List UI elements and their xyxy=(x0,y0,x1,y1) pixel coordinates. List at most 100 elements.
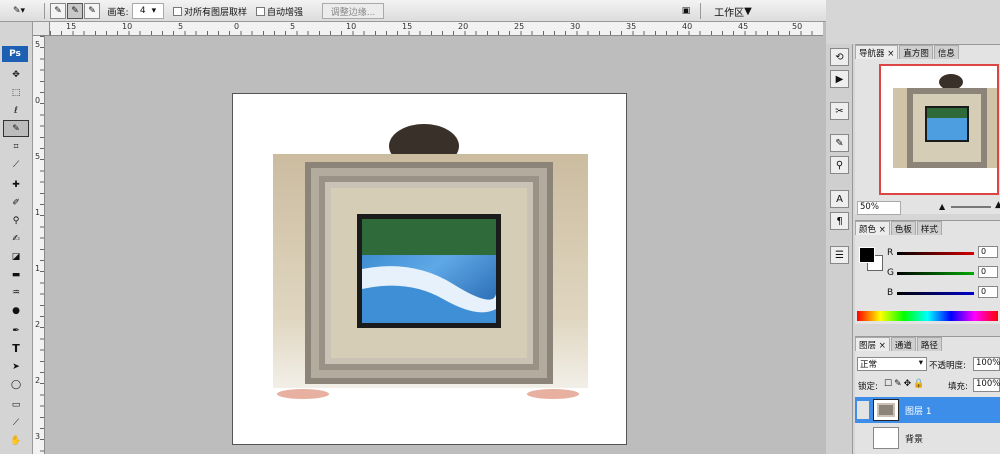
notes-tool[interactable]: ▭ xyxy=(3,396,29,413)
workspace-menu[interactable]: 工作区 ▼ xyxy=(708,3,758,19)
history-brush-tool[interactable]: ✍ xyxy=(3,230,29,247)
tab-histogram[interactable]: 直方图 xyxy=(899,45,933,59)
fill-field[interactable]: 100% xyxy=(973,378,1000,392)
paragraph-panel-button[interactable]: ¶ xyxy=(830,212,849,230)
lasso-tool[interactable]: ℓ xyxy=(3,102,29,119)
brushes-panel-button[interactable]: ✎ xyxy=(830,134,849,152)
move-tool[interactable]: ✥ xyxy=(3,66,29,83)
chevron-down-icon: ▾ xyxy=(918,358,923,368)
zoom-field[interactable]: 50% xyxy=(857,201,901,215)
sample-all-layers-checkbox[interactable]: 对所有图层取样 xyxy=(173,3,247,19)
layer-thumbnail xyxy=(873,399,899,421)
color-panel: 颜色 × 色板 样式 R 0 G 0 B 0 xyxy=(855,220,1000,324)
zoom-slider[interactable] xyxy=(951,206,991,208)
chevron-down-icon: ▼ xyxy=(744,5,752,17)
brush-tool[interactable]: ✐ xyxy=(3,194,29,211)
ruler-tick-label: 25 xyxy=(514,22,525,31)
blur-icon: ♒ xyxy=(11,287,21,298)
blend-mode-select[interactable]: 正常 ▾ xyxy=(857,357,927,371)
tool-presets-button[interactable]: ✂ xyxy=(830,102,849,120)
blur-tool[interactable]: ♒ xyxy=(3,284,29,301)
tab-layers[interactable]: 图层 × xyxy=(855,337,890,351)
bridge-button[interactable]: ▣ xyxy=(676,3,696,19)
lock-icons[interactable]: ☐✎✥🔒 xyxy=(884,379,926,389)
opacity-field[interactable]: 100% xyxy=(973,357,1000,371)
panel-dock: ⟲ ▶ ✂ ✎ ⚲ A ¶ ☰ xyxy=(826,44,853,454)
path-select-tool[interactable]: ➤ xyxy=(3,358,29,375)
visibility-eye-icon[interactable] xyxy=(857,401,869,419)
type-icon: T xyxy=(12,342,20,355)
stamp-tool[interactable]: ⚲ xyxy=(3,212,29,229)
tools-icon: ✂ xyxy=(835,105,844,117)
layer-row[interactable]: 背景 xyxy=(855,425,1000,451)
paragraph-icon: ¶ xyxy=(836,215,843,227)
slice-tool[interactable]: ⟋ xyxy=(3,156,29,173)
subtract-selection-button[interactable]: ✎ xyxy=(84,3,100,19)
refine-edge-button[interactable]: 调整边缘... xyxy=(322,3,384,19)
dodge-icon: ● xyxy=(12,305,20,316)
character-panel-button[interactable]: A xyxy=(830,190,849,208)
green-slider[interactable] xyxy=(897,272,974,275)
marquee-tool[interactable]: ⬚ xyxy=(3,84,29,101)
auto-enhance-checkbox[interactable]: 自动增强 xyxy=(256,3,303,19)
blue-value[interactable]: 0 xyxy=(978,286,998,298)
type-tool[interactable]: T xyxy=(3,340,29,357)
red-slider[interactable] xyxy=(897,252,974,255)
pen-tool[interactable]: ✒ xyxy=(3,322,29,339)
color-ramp[interactable] xyxy=(857,311,998,321)
stamp-icon: ⚲ xyxy=(835,159,844,171)
clone-source-button[interactable]: ⚲ xyxy=(830,156,849,174)
tab-info[interactable]: 信息 xyxy=(933,45,959,59)
quick-select-icon: ✎ xyxy=(12,123,20,134)
horizontal-ruler: 15 10 5 0 5 10 15 20 25 30 35 40 45 50 xyxy=(50,22,823,36)
foreground-color-swatch[interactable] xyxy=(859,247,875,263)
ruler-tick-label: 5 xyxy=(290,22,296,31)
layer-row-selected[interactable]: 图层 1 xyxy=(855,397,1000,423)
layer-name: 图层 1 xyxy=(905,407,932,417)
tab-color[interactable]: 颜色 × xyxy=(855,221,890,235)
brush-mode-icon: ✎ xyxy=(54,6,62,16)
quick-select-tool[interactable]: ✎ xyxy=(3,120,29,137)
zoom-out-icon[interactable]: ▲ xyxy=(939,202,945,211)
green-value[interactable]: 0 xyxy=(978,266,998,278)
blue-slider[interactable] xyxy=(897,292,974,295)
ruler-tick-label: 10 xyxy=(346,22,357,31)
dodge-tool[interactable]: ● xyxy=(3,302,29,319)
ruler-tick-label: 5 xyxy=(178,22,184,31)
gradient-tool[interactable]: ▬ xyxy=(3,266,29,283)
eraser-tool[interactable]: ◪ xyxy=(3,248,29,265)
sample-all-label: 对所有图层取样 xyxy=(184,7,248,18)
red-value[interactable]: 0 xyxy=(978,246,998,258)
new-selection-button[interactable]: ✎ xyxy=(50,3,66,19)
document-canvas[interactable] xyxy=(232,93,627,445)
healing-icon: ✚ xyxy=(12,179,20,190)
crop-tool[interactable]: ⌗ xyxy=(3,138,29,155)
brush-icon: ✐ xyxy=(12,197,20,208)
tab-channels[interactable]: 通道 xyxy=(890,337,916,351)
eyedropper2-icon: ⟋ xyxy=(12,417,20,428)
marquee-icon: ⬚ xyxy=(11,87,21,98)
tab-navigator[interactable]: 导航器 × xyxy=(855,45,899,59)
red-channel-label: R xyxy=(887,248,894,258)
tool-preset-picker[interactable]: ✎▾ xyxy=(4,3,34,19)
hand-tool[interactable]: ✋ xyxy=(3,432,29,449)
ruler-tick-label: 40 xyxy=(682,22,693,31)
brush-size-picker[interactable]: 4 ▾ xyxy=(132,3,164,19)
green-channel-label: G xyxy=(887,268,894,278)
add-selection-button[interactable]: ✎ xyxy=(67,3,83,19)
shape-tool[interactable]: ◯ xyxy=(3,376,29,393)
eraser-icon: ◪ xyxy=(11,251,21,262)
tab-paths[interactable]: 路径 xyxy=(916,337,942,351)
notes-icon: ▭ xyxy=(11,399,21,410)
navigator-proxy-view[interactable] xyxy=(879,64,999,195)
eyedropper-tool[interactable]: ⟋ xyxy=(3,414,29,431)
crop-icon: ⌗ xyxy=(13,141,19,152)
actions-panel-button[interactable]: ▶ xyxy=(830,70,849,88)
layer-comps-button[interactable]: ☰ xyxy=(830,246,849,264)
zoom-in-icon[interactable]: ▲ xyxy=(995,200,1000,210)
history-panel-button[interactable]: ⟲ xyxy=(830,48,849,66)
healing-tool[interactable]: ✚ xyxy=(3,176,29,193)
tab-styles[interactable]: 样式 xyxy=(916,221,942,235)
play-icon: ▶ xyxy=(835,73,844,85)
tab-swatches[interactable]: 色板 xyxy=(890,221,916,235)
